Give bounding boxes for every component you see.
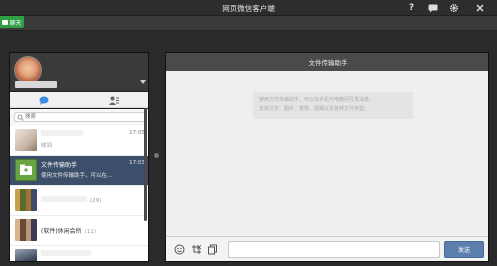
conversation-name: (软件)休闲会所 (11) (41, 228, 96, 235)
conversation-item[interactable]: (软件)休闲会所 (11) (10, 216, 148, 246)
chat-bubble-icon (39, 96, 49, 105)
chat-bubble-icon (428, 4, 437, 12)
group-avatar (15, 189, 37, 211)
close-icon (475, 4, 484, 12)
notice-line: 使用文件传输助手，可以在手机与电脑间互发消息。 (259, 97, 375, 103)
conversation-name (41, 130, 83, 138)
member-count: (11) (84, 229, 96, 235)
tab-chat-label: 聊天 (9, 19, 22, 27)
search-bar (10, 109, 148, 126)
folder-icon (20, 164, 32, 175)
message-input[interactable] (228, 241, 440, 258)
panel-splitter-handle[interactable] (154, 153, 159, 158)
chat-title: 文件传输助手 (166, 53, 488, 71)
close-button[interactable] (470, 0, 489, 16)
help-button[interactable]: ? (402, 0, 421, 16)
conversation-item-selected[interactable]: 文件传输助手 17:03 使用文件传输助手，可以在... (10, 156, 148, 186)
tab-contacts[interactable] (104, 96, 124, 105)
tab-conversations[interactable] (34, 96, 54, 105)
chat-panel: 文件传输助手 使用文件传输助手，可以在手机与电脑间互发消息。 支持文字、图片、表… (165, 52, 489, 262)
file-transfer-avatar (15, 159, 37, 181)
screenshot-button[interactable] (190, 243, 202, 255)
conversation-time: 17:03 (129, 160, 145, 166)
group-avatar (15, 219, 37, 241)
screenshot-icon (191, 244, 201, 254)
help-icon: ? (408, 3, 415, 13)
search-input[interactable] (25, 113, 143, 121)
search-icon (17, 114, 24, 121)
conversation-item[interactable]: 17:05 收到 (10, 126, 148, 156)
conversation-name (41, 250, 91, 258)
main-area: 17:05 收到 文件传输助手 17:03 使用文件传输助手，可以在... (2… (0, 32, 497, 266)
conversation-time: 17:05 (129, 130, 145, 136)
title-bar: 网页微信客户端 ? (0, 0, 497, 16)
composer-bar: 发送 (166, 236, 488, 261)
notice-line: 支持文字、图片、表情、视频以及各种文件类型。 (259, 106, 370, 112)
gear-icon (449, 3, 458, 13)
chat-tab-icon (2, 19, 9, 25)
list-scrollbar[interactable] (144, 108, 147, 221)
conversation-list: 17:05 收到 文件传输助手 17:03 使用文件传输助手，可以在... (2… (10, 126, 148, 261)
emoji-icon (174, 244, 184, 254)
contacts-icon (109, 96, 119, 105)
nickname-blurred (15, 81, 57, 88)
search-box[interactable] (14, 112, 146, 122)
send-button[interactable]: 发送 (444, 241, 484, 258)
contact-avatar (15, 129, 37, 151)
conversation-preview: 收到 (41, 143, 53, 149)
conversation-item[interactable] (10, 246, 148, 261)
system-notice: 使用文件传输助手，可以在手机与电脑间互发消息。 支持文字、图片、表情、视频以及各… (253, 92, 413, 119)
conversation-item[interactable]: (29) (10, 186, 148, 216)
profile-header (10, 53, 148, 91)
left-panel: 17:05 收到 文件传输助手 17:03 使用文件传输助手，可以在... (2… (9, 52, 149, 262)
copy-icon (207, 244, 217, 254)
tab-bar: 聊天 (0, 16, 497, 31)
avatar[interactable] (14, 56, 42, 84)
menu-caret-icon[interactable] (140, 80, 146, 84)
conversation-name: 文件传输助手 (41, 162, 78, 169)
feedback-button[interactable] (423, 0, 442, 16)
conversation-name: (29) (41, 196, 101, 204)
settings-button[interactable] (444, 0, 463, 16)
file-button[interactable] (206, 243, 218, 255)
tab-chat[interactable]: 聊天 (0, 16, 24, 28)
conversation-preview: 使用文件传输助手，可以在... (41, 173, 113, 179)
emoji-button[interactable] (173, 243, 185, 255)
member-count: (29) (90, 198, 102, 204)
contact-avatar (15, 249, 37, 261)
panel-tabs (10, 92, 148, 108)
